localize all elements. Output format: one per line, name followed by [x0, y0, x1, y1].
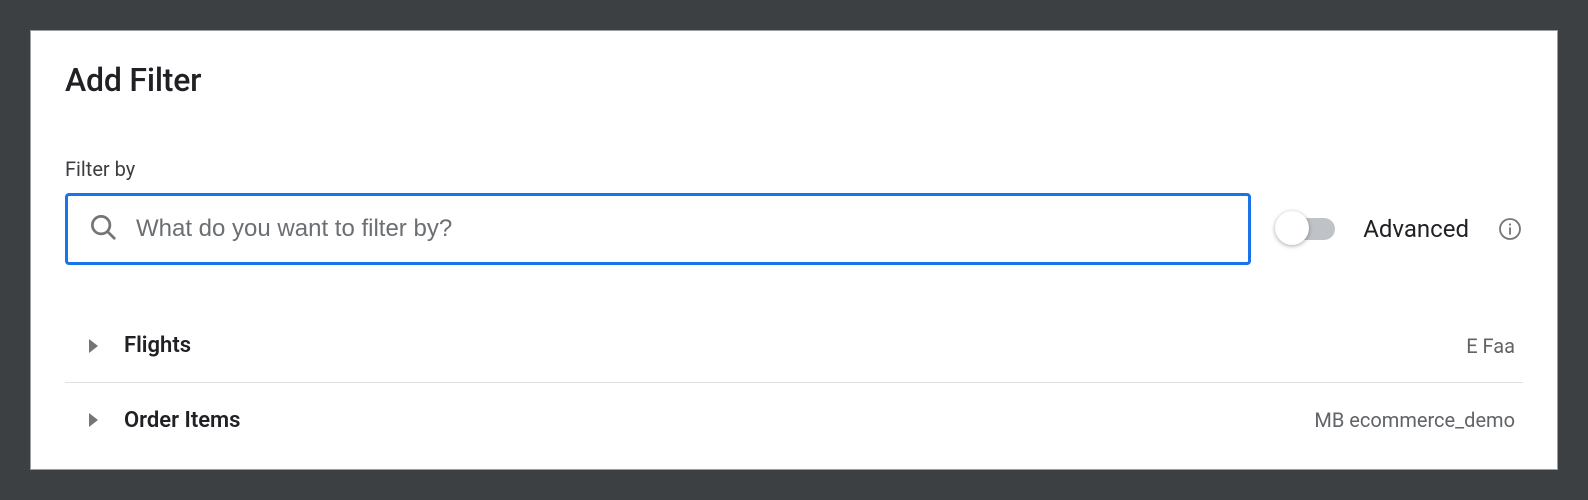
panel-title: Add Filter: [65, 61, 1523, 99]
add-filter-panel: Add Filter Filter by Advanced: [30, 30, 1558, 470]
search-icon: [88, 212, 118, 246]
chevron-right-icon: [89, 413, 98, 427]
filter-by-label: Filter by: [65, 157, 1523, 181]
advanced-toggle[interactable]: [1279, 218, 1335, 240]
filter-search-wrap[interactable]: [65, 193, 1251, 265]
list-row-label: Flights: [124, 333, 1466, 358]
list-row-meta: E Faa: [1466, 334, 1515, 358]
filter-search-input[interactable]: [136, 196, 1228, 262]
info-icon[interactable]: [1497, 216, 1523, 242]
advanced-label: Advanced: [1363, 215, 1469, 243]
explore-list: Flights E Faa Order Items MB ecommerce_d…: [65, 309, 1523, 457]
list-row-flights[interactable]: Flights E Faa: [65, 309, 1523, 383]
list-row-order-items[interactable]: Order Items MB ecommerce_demo: [65, 383, 1523, 457]
list-row-meta: MB ecommerce_demo: [1314, 408, 1515, 432]
chevron-right-icon: [89, 339, 98, 353]
toggle-knob: [1275, 211, 1309, 245]
list-row-label: Order Items: [124, 408, 1314, 433]
filter-row: Advanced: [65, 193, 1523, 265]
